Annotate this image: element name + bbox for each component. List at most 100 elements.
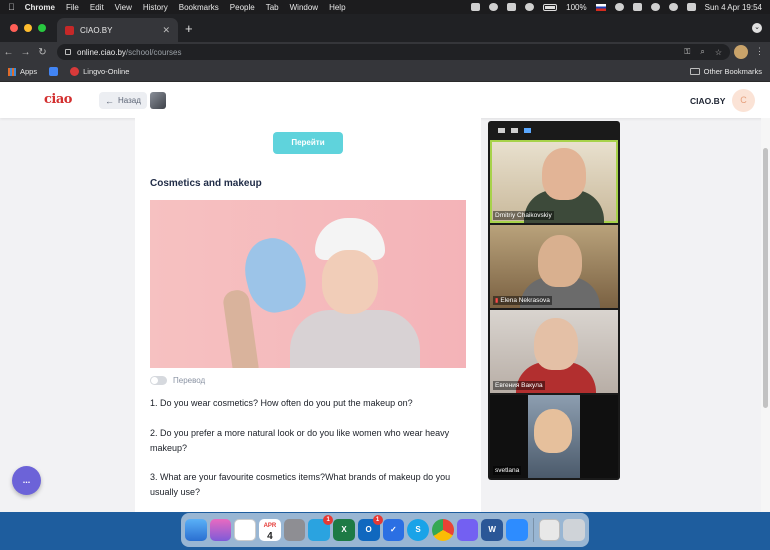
scrollbar-thumb[interactable]: [763, 148, 768, 408]
gallery-view-icon[interactable]: [524, 127, 531, 133]
cosmetics-photo: [150, 200, 466, 368]
address-bar[interactable]: online.ciao.by /school/courses ⚿ ⌕ ☆: [57, 44, 730, 60]
outlook-letter: O: [365, 525, 372, 534]
browser-profile-avatar[interactable]: [734, 45, 748, 59]
participant-face: [542, 148, 586, 200]
menu-bookmarks[interactable]: Bookmarks: [179, 3, 219, 12]
page-scrollbar[interactable]: [761, 118, 770, 512]
menu-help[interactable]: Help: [329, 3, 345, 12]
launchpad-icon[interactable]: [209, 519, 232, 541]
messenger-status-icon[interactable]: [489, 3, 499, 11]
chat-button[interactable]: ...: [12, 466, 41, 495]
user-avatar[interactable]: C: [732, 89, 755, 112]
participant-face: [538, 235, 582, 287]
ciao-logo[interactable]: ciao: [44, 92, 72, 107]
menu-window[interactable]: Window: [290, 3, 318, 12]
bookmark-apps[interactable]: Apps: [8, 67, 37, 76]
site-header: ciao ← Назад CIAO.BY C: [0, 82, 770, 118]
google-translate-icon[interactable]: [49, 67, 59, 76]
toggle-switch-icon[interactable]: [150, 376, 167, 385]
menu-edit[interactable]: Edit: [90, 3, 104, 12]
skype-icon[interactable]: S: [407, 519, 429, 541]
minimize-window-button[interactable]: [24, 24, 32, 32]
chrome-icon[interactable]: [431, 519, 454, 541]
bluetooth-icon[interactable]: [632, 3, 642, 11]
downloads-folder-icon[interactable]: [538, 519, 561, 541]
calendar-icon[interactable]: APR 4: [259, 519, 281, 542]
back-button[interactable]: ← Назад: [99, 92, 147, 109]
url-path: /school/courses: [125, 47, 182, 57]
control-center-icon[interactable]: [686, 3, 696, 11]
trash-icon[interactable]: [563, 519, 586, 541]
tab-search-button[interactable]: ⌄: [752, 23, 762, 33]
excel-icon[interactable]: X: [333, 519, 355, 541]
outlook-icon[interactable]: O1: [357, 515, 383, 541]
lock-icon[interactable]: [65, 49, 71, 55]
face-shape: [322, 250, 378, 314]
key-icon[interactable]: ⚿: [684, 47, 690, 57]
other-bookmarks-label: Other Bookmarks: [703, 67, 762, 76]
check-status-icon[interactable]: [525, 3, 535, 11]
dock-separator: [532, 518, 534, 542]
safari-icon[interactable]: [234, 519, 257, 541]
pen-status-icon[interactable]: [507, 3, 517, 11]
question-3: 3. What are your favourite cosmetics ite…: [150, 472, 451, 497]
menu-history[interactable]: History: [143, 3, 168, 12]
zoom-view-controls: [488, 121, 620, 139]
zoom-magnifier-icon[interactable]: ⌕: [700, 47, 704, 57]
brand-name: CIAO.BY: [690, 96, 726, 106]
viber-icon[interactable]: [456, 519, 479, 541]
close-window-button[interactable]: [10, 24, 18, 32]
translate-toggle[interactable]: Перевод: [150, 376, 205, 385]
menu-tab[interactable]: Tab: [266, 3, 279, 12]
browser-menu-icon[interactable]: ⋮: [755, 46, 764, 57]
participant-name: ▮ Elena Nekrasova: [493, 296, 552, 305]
menu-view[interactable]: View: [115, 3, 132, 12]
finder-icon[interactable]: [184, 519, 207, 541]
video-tile[interactable]: Dmitriy Chaikovskiy: [490, 140, 618, 223]
zoom-app-icon[interactable]: [505, 519, 528, 541]
tab-ciao[interactable]: CIAO.BY ✕: [57, 18, 178, 42]
new-tab-button[interactable]: +: [185, 22, 193, 35]
lingvo-icon: [70, 67, 80, 76]
folder-icon: [689, 68, 700, 75]
forward-icon[interactable]: →: [17, 47, 34, 58]
arrow-left-icon: ←: [105, 95, 114, 106]
word-icon[interactable]: W: [481, 519, 503, 541]
hide-video-icon[interactable]: [511, 127, 518, 133]
bookmark-lingvo[interactable]: Lingvo-Online: [70, 67, 129, 76]
menu-app-name[interactable]: Chrome: [25, 3, 55, 12]
video-tile[interactable]: Евгения Вакула: [490, 310, 618, 393]
menu-people[interactable]: People: [230, 3, 255, 12]
system-preferences-icon[interactable]: [283, 519, 306, 541]
moon-icon[interactable]: [614, 3, 624, 11]
input-language-icon[interactable]: [595, 3, 606, 11]
bookmark-star-icon[interactable]: ☆: [715, 48, 722, 57]
maximize-window-button[interactable]: [38, 24, 46, 32]
question-1: 1. Do you wear cosmetics? How often do y…: [150, 398, 413, 408]
question-2: 2. Do you prefer a more natural look or …: [150, 428, 450, 453]
telegram-icon[interactable]: 1: [308, 515, 334, 541]
participant-name: svetlana: [493, 466, 522, 475]
zoom-status-icon[interactable]: [471, 3, 481, 11]
minimize-video-icon[interactable]: [498, 127, 505, 133]
tasks-check-icon[interactable]: ✓: [382, 519, 405, 541]
calendar-month: APR: [263, 523, 277, 529]
clock[interactable]: Sun 4 Apr 19:54: [705, 3, 762, 12]
wifi-icon[interactable]: [650, 3, 660, 11]
menu-file[interactable]: File: [66, 3, 79, 12]
spotlight-search-icon[interactable]: [668, 3, 678, 11]
lesson-thumbnail[interactable]: [150, 92, 166, 109]
telegram-badge: 1: [323, 515, 334, 525]
close-tab-icon[interactable]: ✕: [162, 25, 170, 36]
video-tile[interactable]: ▮ Elena Nekrasova: [490, 225, 618, 308]
video-tile[interactable]: svetlana: [490, 395, 618, 478]
back-icon[interactable]: ←: [0, 47, 17, 58]
go-button[interactable]: Перейти: [273, 132, 343, 154]
apple-menu-icon[interactable]: : [8, 2, 15, 12]
battery-icon[interactable]: [543, 3, 558, 11]
macos-menu-bar:  Chrome File Edit View History Bookmark…: [0, 0, 770, 14]
other-bookmarks[interactable]: Other Bookmarks: [689, 67, 762, 76]
reload-icon[interactable]: ↻: [34, 47, 51, 58]
zoom-video-panel[interactable]: Dmitriy Chaikovskiy ▮ Elena Nekrasova Евг…: [488, 121, 620, 480]
